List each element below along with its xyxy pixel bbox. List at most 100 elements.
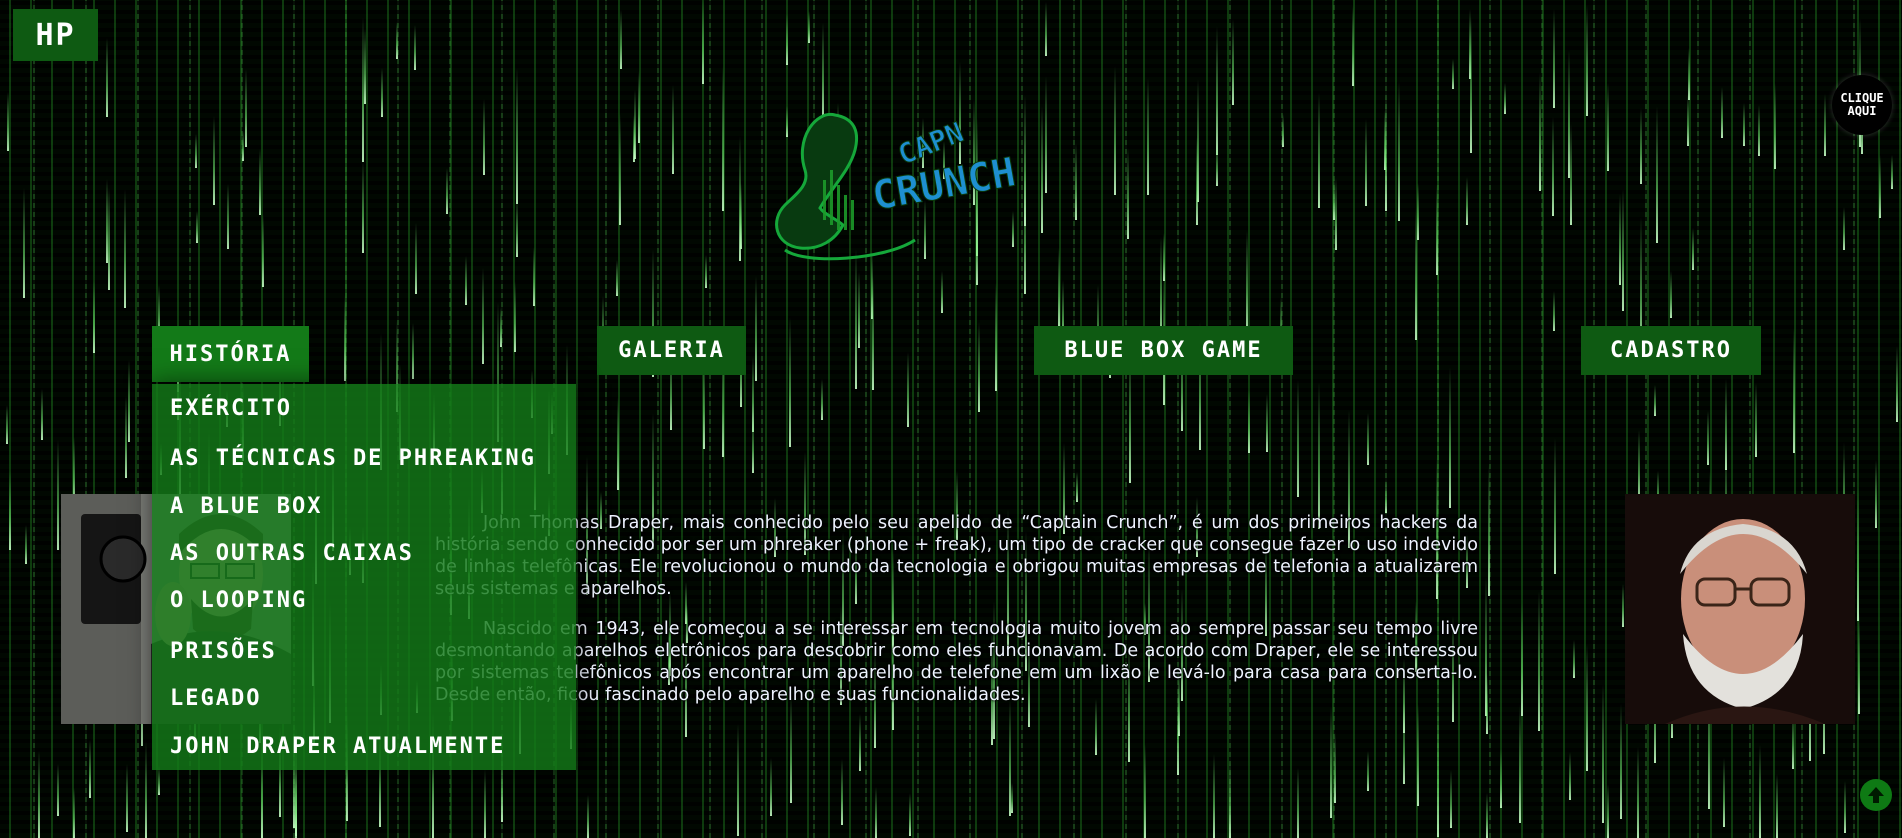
matrix-streak [1538, 591, 1540, 731]
matrix-streak [245, 69, 247, 147]
matrix-streak [364, 28, 366, 104]
matrix-streak [1488, 465, 1490, 596]
matrix-streak [619, 114, 621, 225]
nav-cadastro[interactable]: Cadastro [1581, 326, 1761, 375]
matrix-streak [1436, 184, 1438, 275]
matrix-streak [770, 758, 772, 816]
biography-paragraph-2: Nascido em 1943, ele começou a se intere… [435, 619, 1478, 705]
matrix-streak [1163, 233, 1165, 281]
matrix-streak [875, 787, 877, 838]
matrix-streak [616, 260, 618, 296]
dropdown-item-exercito[interactable]: Exército [170, 396, 292, 421]
dropdown-item-tecnicas-phreaking[interactable]: As técnicas de phreaking [170, 446, 536, 471]
dropdown-item-prisoes[interactable]: Prisões [170, 639, 277, 664]
matrix-streak [1843, 207, 1845, 250]
matrix-streak [1670, 271, 1672, 318]
matrix-streak [259, 149, 261, 215]
matrix-streak [1318, 93, 1320, 208]
matrix-streak [514, 281, 516, 352]
matrix-streak [533, 247, 535, 306]
matrix-streak [1586, 5, 1588, 116]
matrix-streak [1367, 413, 1369, 465]
matrix-streak [752, 415, 754, 473]
matrix-streak [213, 116, 215, 205]
matrix-streak [1622, 189, 1624, 311]
matrix-streak [587, 795, 589, 838]
matrix-streak [57, 440, 59, 550]
matrix-streak [1452, 59, 1454, 89]
matrix-streak [1058, 248, 1060, 329]
matrix-streak [1450, 770, 1452, 828]
matrix-streak [1774, 83, 1776, 169]
matrix-streak [1504, 83, 1506, 114]
matrix-streak [108, 188, 110, 290]
back-to-top-button[interactable] [1860, 779, 1892, 811]
matrix-streak [872, 276, 874, 390]
matrix-streak [1723, 758, 1725, 827]
matrix-streak [1500, 749, 1502, 808]
matrix-streak [1552, 117, 1554, 216]
matrix-streak [617, 397, 619, 490]
matrix-streak [227, 184, 229, 249]
matrix-streak [1554, 438, 1556, 574]
matrix-streak [25, 525, 27, 564]
matrix-streak [1586, 644, 1588, 771]
matrix-streak [1759, 745, 1761, 838]
matrix-streak [672, 85, 674, 174]
nav-historia[interactable]: História [152, 326, 309, 382]
matrix-streak [638, 71, 640, 143]
matrix-streak [1776, 774, 1778, 838]
matrix-streak [1437, 711, 1439, 837]
matrix-streak [482, 268, 484, 364]
matrix-streak [858, 272, 860, 348]
matrix-streak [145, 741, 147, 838]
clique-aqui-button[interactable]: CLIQUE AQUI [1832, 75, 1892, 135]
matrix-streak [1486, 793, 1488, 838]
matrix-streak [1385, 93, 1387, 211]
biography-text: John Thomas Draper, mais conhecido pelo … [435, 512, 1478, 724]
dropdown-item-legado[interactable]: Legado [170, 686, 261, 711]
dropdown-item-john-draper-atualmente[interactable]: John Draper atualmente [170, 734, 505, 759]
dropdown-item-blue-box[interactable]: A blue box [170, 494, 322, 519]
matrix-streak [1365, 119, 1367, 206]
matrix-streak [1519, 704, 1521, 823]
matrix-streak [128, 360, 130, 442]
nav-galeria[interactable]: Galeria [597, 326, 746, 375]
matrix-streak [381, 68, 383, 117]
matrix-streak [1415, 207, 1417, 340]
matrix-streak [1246, 231, 1248, 335]
matrix-streak [1638, 430, 1640, 503]
matrix-streak [412, 323, 414, 379]
matrix-streak [1216, 26, 1218, 155]
matrix-streak [1011, 783, 1013, 813]
matrix-streak [978, 322, 980, 412]
matrix-streak [1470, 17, 1472, 153]
matrix-streak [516, 68, 518, 204]
clique-aqui-line2: AQUI [1847, 104, 1877, 118]
matrix-streak [242, 131, 244, 161]
dropdown-item-looping[interactable]: O looping [170, 588, 307, 613]
matrix-streak [1282, 114, 1284, 147]
matrix-streak [57, 764, 59, 816]
matrix-streak [1335, 178, 1337, 250]
matrix-streak [1573, 640, 1575, 678]
matrix-streak [1857, 487, 1859, 621]
hp-badge[interactable]: HP [13, 9, 98, 61]
matrix-streak [7, 92, 9, 151]
matrix-streak [1654, 385, 1656, 416]
matrix-streak [1385, 480, 1387, 513]
matrix-streak [1216, 142, 1218, 186]
matrix-streak [722, 66, 724, 211]
matrix-streak [1721, 87, 1723, 138]
matrix-streak [1553, 291, 1555, 331]
matrix-streak [414, 25, 416, 70]
matrix-streak [1297, 768, 1299, 838]
nav-blue-box-game[interactable]: Blue Box Game [1034, 326, 1293, 375]
matrix-streak [941, 271, 943, 313]
matrix-streak [415, 223, 417, 294]
matrix-streak [702, 0, 704, 84]
matrix-streak [1232, 19, 1234, 105]
dropdown-item-outras-caixas[interactable]: As outras caixas [170, 541, 414, 566]
matrix-streak [1619, 194, 1621, 285]
matrix-streak [1692, 228, 1694, 270]
